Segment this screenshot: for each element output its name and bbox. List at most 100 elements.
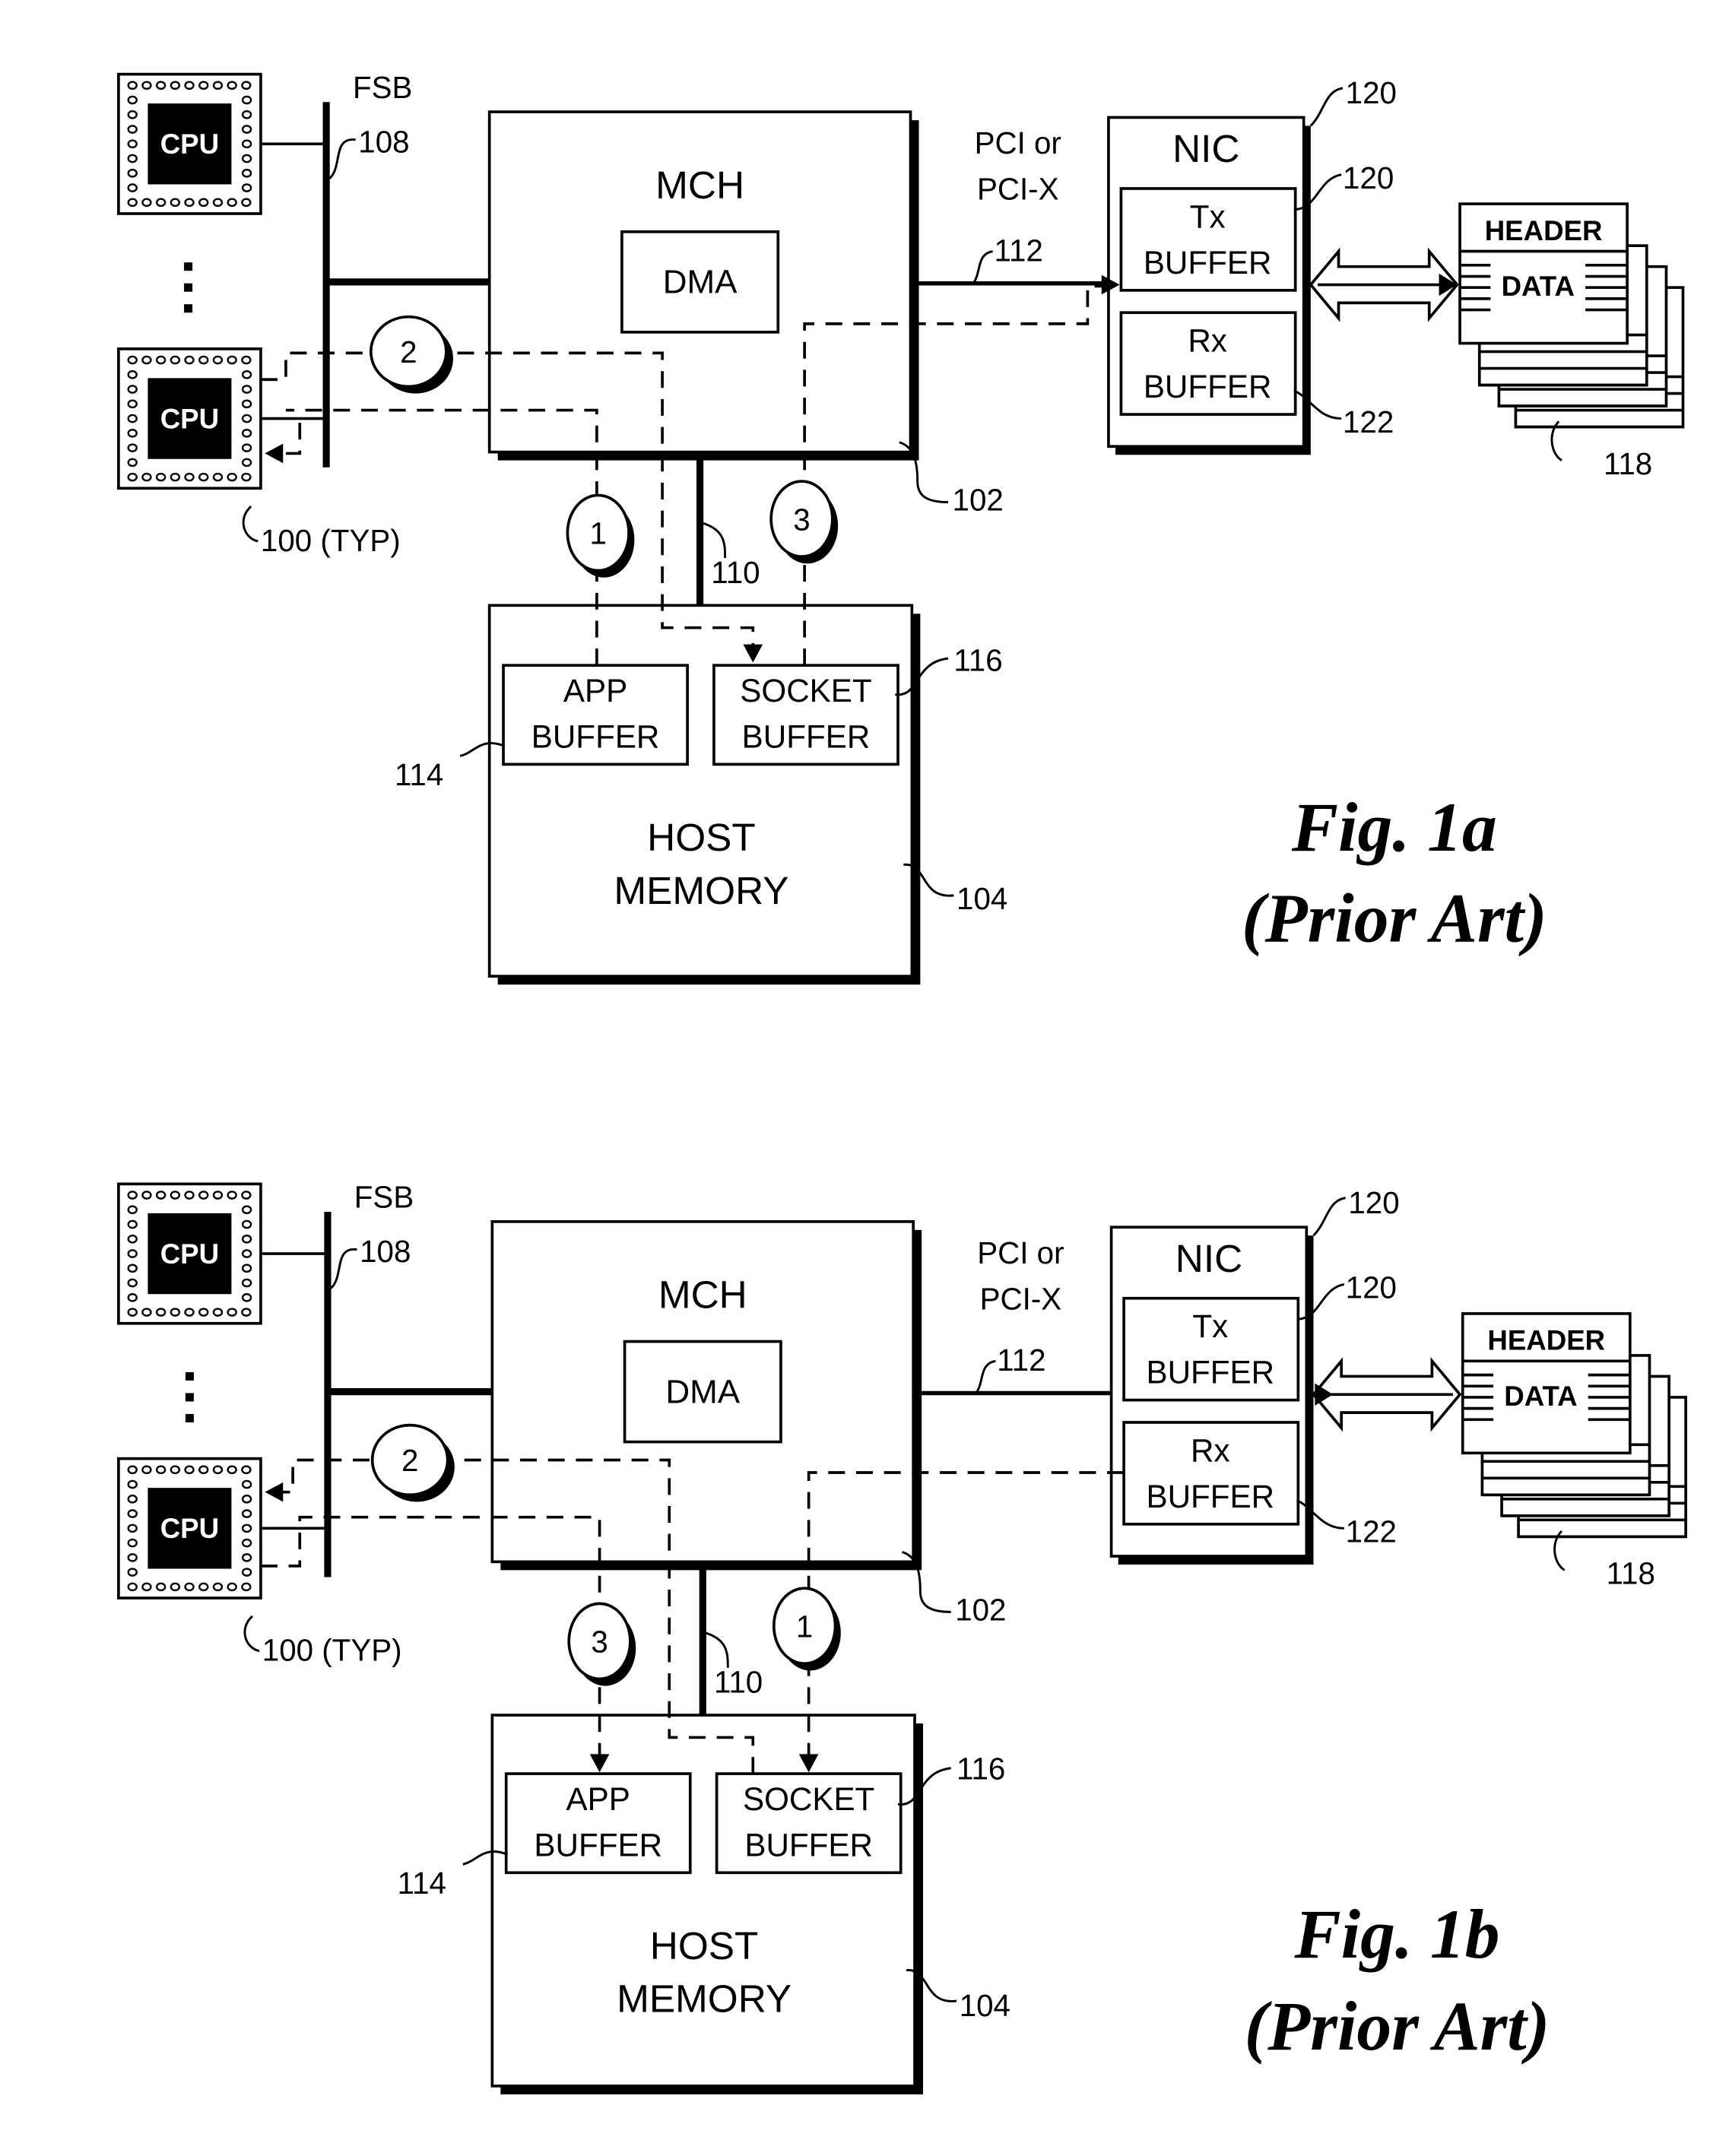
cpu-pin	[127, 1308, 138, 1317]
pci-ref: 112	[997, 1343, 1045, 1378]
cpu-pin	[227, 1308, 237, 1317]
ellipsis-dots	[184, 262, 193, 313]
cpu-pin	[212, 1191, 224, 1200]
cpu-pin	[241, 458, 252, 468]
step-circle-3: 3	[567, 1602, 636, 1686]
cpu-pin	[141, 355, 152, 365]
step-label: 2	[401, 1443, 418, 1478]
cpu-pin	[127, 1523, 138, 1533]
step-circle-1: 1	[566, 493, 635, 578]
cpu-pin	[241, 198, 252, 208]
packet-header-label: HEADER	[1487, 1325, 1605, 1356]
fsb-ref-leader	[328, 138, 356, 180]
app-buffer-label-1: APP	[566, 1781, 630, 1817]
cpu-pin	[241, 1553, 252, 1562]
cpu-pin	[184, 81, 195, 90]
cpu-label: CPU	[160, 1513, 219, 1544]
cpu-pin	[184, 1465, 195, 1475]
packet-header-label: HEADER	[1485, 215, 1603, 246]
packet-stack: HEADER DATA	[1461, 1312, 1687, 1539]
cpu-pin	[241, 1308, 252, 1317]
cpu-pin	[155, 81, 167, 90]
figure-caption-subtitle: (Prior Art)	[1245, 1987, 1550, 2065]
cpu-pin	[170, 1582, 181, 1592]
cpu-pin	[241, 370, 252, 379]
cpu-pin	[127, 472, 138, 482]
step-circle-2: 2	[370, 1423, 455, 1502]
cpu-label: CPU	[160, 1238, 219, 1270]
ellipsis-dots	[185, 1371, 194, 1422]
cpu-pin	[127, 1263, 138, 1273]
cpu-pin	[241, 1582, 252, 1592]
cpu-pin	[227, 1191, 237, 1200]
cpu-pin	[227, 472, 237, 482]
tx-label-1: Tx	[1190, 198, 1226, 234]
app-buffer-label-2: BUFFER	[534, 1827, 662, 1863]
mch-ref: 102	[953, 483, 1004, 518]
cpu-pin	[170, 1465, 181, 1475]
cpu-pin	[155, 1191, 167, 1200]
cpu-pin	[198, 1191, 209, 1200]
cpu-pin	[241, 1263, 252, 1273]
cpu-pin	[212, 198, 224, 208]
cpu-pin	[227, 1582, 237, 1592]
step-label: 1	[590, 516, 607, 551]
memory-bus-ref: 110	[714, 1665, 763, 1700]
cpu-pin	[198, 472, 209, 482]
host-memory-label-2: MEMORY	[617, 1977, 792, 2021]
app-ref: 114	[395, 757, 443, 792]
rx-label-1: Rx	[1191, 1432, 1230, 1468]
cpu-pin	[127, 1479, 138, 1489]
cpu-pin	[198, 1582, 209, 1592]
nic-label: NIC	[1175, 1237, 1242, 1280]
tx-label-1: Tx	[1192, 1308, 1228, 1344]
cpu-bottom: CPU	[117, 1457, 262, 1600]
cpu-pin	[241, 443, 252, 452]
figure-1b: CPU CPU FSB 108 100 (TYP) MCH DMA 102 PC…	[117, 1180, 1687, 2094]
cpu-pin	[127, 154, 138, 163]
cpu-pin	[241, 125, 252, 134]
cpu-pin	[155, 1582, 167, 1592]
arrowhead-icon	[265, 443, 284, 464]
pci-label-line2: PCI-X	[977, 172, 1059, 207]
cpu-pin	[170, 198, 181, 208]
cpu-pin	[127, 1205, 138, 1215]
rx-label-2: BUFFER	[1144, 369, 1272, 404]
host-memory-ref: 104	[957, 881, 1007, 916]
cpu-ref-leader	[243, 1615, 260, 1653]
socket-buffer-label-1: SOCKET	[740, 673, 871, 709]
cpu-pin	[241, 414, 252, 423]
cpu-ref-leader	[242, 506, 259, 543]
cpu-pin	[127, 169, 138, 178]
cpu-pin	[212, 355, 224, 365]
app-buffer-label-2: BUFFER	[531, 718, 660, 754]
cpu-pin	[241, 1495, 252, 1504]
cpu-pin	[155, 472, 167, 482]
nic-label: NIC	[1172, 127, 1239, 170]
cpu-pin	[241, 183, 252, 192]
step-label: 2	[400, 334, 417, 369]
arrowhead-icon	[265, 1482, 284, 1502]
fsb-ref: 108	[360, 1234, 411, 1269]
cpu-pin	[184, 355, 195, 365]
cpu-top: CPU	[117, 1182, 262, 1325]
cpu-pin	[127, 1219, 138, 1229]
cpu-pin	[127, 81, 138, 90]
mch-ref: 102	[955, 1592, 1006, 1627]
figure-caption-subtitle: (Prior Art)	[1242, 879, 1547, 956]
cpu-pin	[127, 1582, 138, 1592]
cpu-pin	[241, 110, 252, 119]
cpu-pin	[141, 1582, 152, 1592]
cpu-pin	[241, 429, 252, 438]
cpu-pin	[184, 1582, 195, 1592]
cpu-pin	[227, 81, 237, 90]
cpu-ref: 100 (TYP)	[261, 523, 401, 558]
cpu-pin	[241, 1509, 252, 1518]
cpu-pin	[241, 1293, 252, 1302]
host-memory-block	[487, 604, 914, 978]
host-memory-label-1: HOST	[647, 816, 756, 859]
cpu-pin	[141, 1308, 152, 1317]
packet-stack: HEADER DATA	[1458, 202, 1685, 429]
cpu-pin	[241, 1219, 252, 1229]
app-buffer-label-1: APP	[563, 673, 627, 709]
